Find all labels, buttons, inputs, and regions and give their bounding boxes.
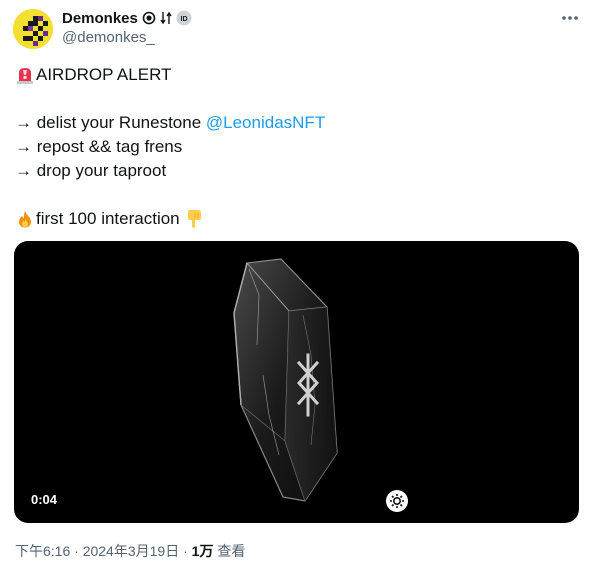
author-name-row: Demonkes ID (62, 8, 192, 28)
tweet-date[interactable]: 2024年3月19日 (83, 543, 180, 559)
mention-link[interactable]: @LeonidasNFT (206, 111, 325, 135)
tweet-line-5: first 100 interaction (15, 207, 575, 231)
police-light-icon (15, 65, 35, 85)
tweet-time[interactable]: 下午6:16 (15, 543, 70, 559)
avatar[interactable] (13, 9, 53, 49)
author-handle[interactable]: @demonkes_ (62, 29, 155, 46)
id-badge-icon: ID (176, 10, 192, 26)
airdrop-alert-text: AIRDROP ALERT (36, 65, 172, 84)
video-duration: 0:04 (31, 492, 58, 507)
tweet-line-1: AIRDROP ALERT (15, 63, 575, 87)
transfer-badge-icon (160, 11, 172, 25)
delist-text: → delist your Runestone (15, 113, 206, 132)
first-100-text: first 100 interaction (36, 209, 185, 228)
tweet-line-2: → delist your Runestone @LeonidasNFT (15, 111, 575, 135)
meta-separator: · (70, 543, 83, 559)
tweet-meta: 下午6:16 · 2024年3月19日 · 1万 查看 (15, 541, 245, 561)
fire-icon (15, 209, 35, 229)
more-options-button[interactable] (560, 8, 580, 28)
tweet-line-3: → repost && tag frens (15, 135, 575, 159)
meta-separator-2: · (179, 543, 192, 559)
author-display-name[interactable]: Demonkes (62, 10, 138, 27)
taproot-text: → drop your taproot (15, 161, 167, 180)
runestone-crystal-image (233, 258, 338, 502)
views-count: 1万 (191, 543, 214, 559)
video-settings-icon (390, 494, 404, 508)
svg-text:ID: ID (180, 16, 187, 23)
more-dots-icon (562, 16, 578, 20)
target-badge-icon (142, 11, 156, 25)
pointing-down-icon (184, 209, 204, 229)
avatar-pixel-art (13, 9, 53, 49)
repost-text: → repost && tag frens (15, 137, 183, 156)
tweet-line-4: → drop your taproot (15, 159, 575, 183)
views-label: 查看 (213, 543, 246, 559)
video-player[interactable]: 0:04 (14, 241, 579, 523)
video-settings-button[interactable] (386, 490, 408, 512)
tweet-body: AIRDROP ALERT → delist your Runestone @L… (15, 63, 575, 231)
